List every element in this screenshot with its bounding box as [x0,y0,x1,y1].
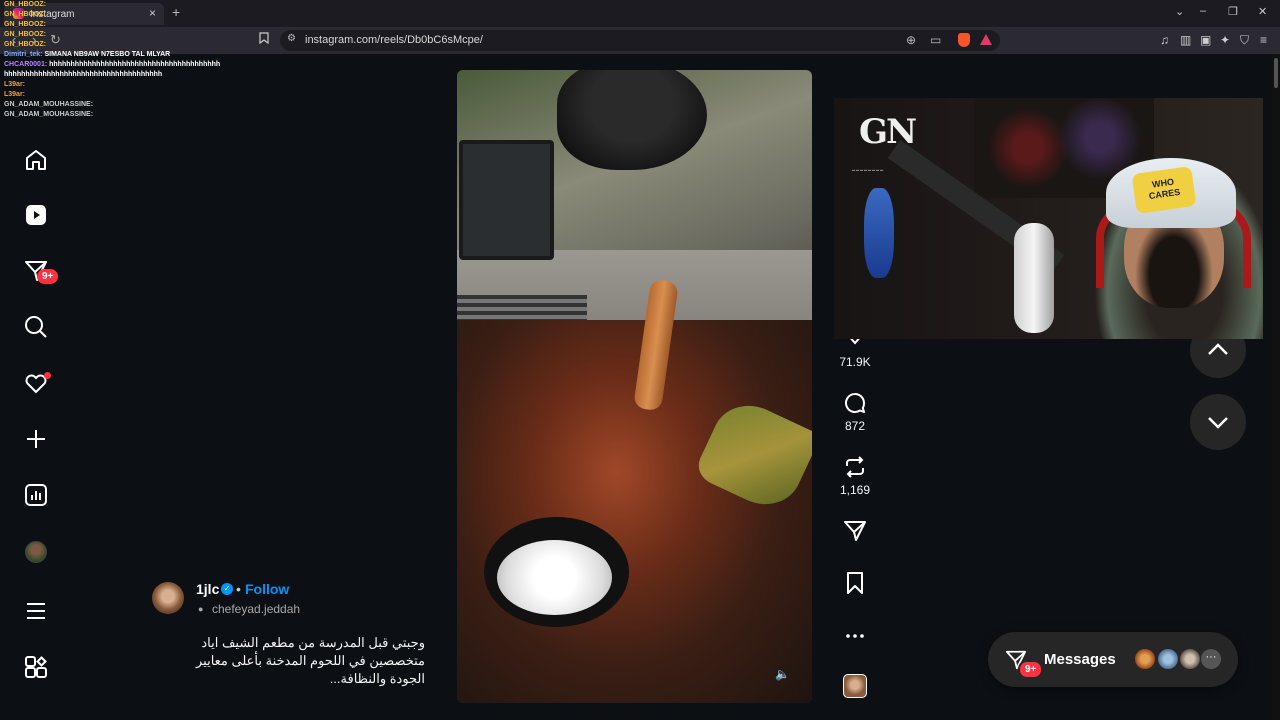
chat-text: SIMANA NB9AW N7ESBO TAL MLYAR [44,51,171,58]
leo-ai-icon[interactable]: ✦ [1220,33,1230,47]
chat-message: Dimitri_tek: SIMANA NB9AW N7ESBO TAL MLY… [4,50,254,60]
chat-username: GN_ADAM_MOUHASSINE: [4,111,94,118]
chat-message: GN_HBOOZ: [4,0,254,10]
comment-icon[interactable] [843,391,867,415]
chat-username: L39ar: [4,91,26,98]
separator-dot: • [236,581,241,597]
profile-avatar[interactable] [25,541,47,563]
create-icon[interactable] [24,427,48,451]
chat-username: GN_HBOOZ: [4,21,46,28]
chevron-down-icon [1208,417,1228,429]
caption-line: متخصصين في اللحوم المدخنة بأعلى معايير [195,653,425,668]
messages-button[interactable]: 9+ Messages ··· [988,632,1238,687]
webcam-microphone [1014,223,1054,333]
video-scene-salt [497,540,612,615]
save-icon[interactable] [843,571,867,595]
video-scene-meat [457,320,812,703]
message-avatar[interactable] [1156,647,1180,671]
follow-button[interactable]: Follow [245,581,289,597]
media-icon[interactable]: ♫ [1160,33,1169,47]
chat-username: GN_HBOOZ: [4,11,46,18]
chat-message: GN_HBOOZ: [4,40,254,50]
url-text: instagram.com/reels/Db0bC6sMcpe/ [305,34,483,46]
sidebar-toggle-icon[interactable]: ▥ [1180,33,1191,47]
comments-count[interactable]: 872 [825,419,885,433]
webcam-figurine [864,188,894,278]
minimize-button[interactable]: – [1200,5,1206,17]
chat-text: hhhhhhhhhhhhhhhhhhhhhhhhhhhhhhhhhhhhhhhh [49,61,221,68]
close-window-button[interactable]: ✕ [1258,5,1267,18]
next-reel-button[interactable] [1190,394,1246,450]
chat-message: GN_ADAM_MOUHASSINE: [4,100,254,110]
verified-icon: ✓ [221,583,233,595]
cap-logo: WHO CARES [1131,166,1197,214]
likes-count[interactable]: 71.9K [825,355,885,369]
search-icon[interactable] [24,315,48,339]
chat-message: GN_HBOOZ: [4,20,254,30]
chat-username: Dimitri_tek: [4,51,43,58]
scrollbar-thumb[interactable] [1274,58,1278,88]
message-avatar[interactable] [1133,647,1157,671]
also-from-meta-icon[interactable] [24,655,48,679]
caption-line: وجبتي قبل المدرسة من مطعم الشيف اياد [201,635,425,650]
chat-username: GN_HBOOZ: [4,41,46,48]
messages-label: Messages [1044,651,1116,668]
chat-message: L39ar: [4,80,254,90]
channel-logo: GN [859,112,917,152]
chat-username: GN_HBOOZ: [4,1,46,8]
direct-badge: 9+ [37,269,59,284]
chat-username: GN_ADAM_MOUHASSINE: [4,101,94,108]
more-messages-icon[interactable]: ··· [1201,649,1221,669]
reel-video[interactable]: 🔈 [457,70,812,703]
original-audio-thumbnail[interactable] [843,674,867,698]
stream-chat-overlay: GN_HBOOZ: GN_HBOOZ: GN_HBOOZ: GN_HBOOZ: … [4,0,254,120]
streamer-webcam: GN ━━━━━━━━ WHO CARES [834,98,1263,339]
chat-message: hhhhhhhhhhhhhhhhhhhhhhhhhhhhhhhhhhhhh [4,70,254,80]
caption-line: الجودة والنظافة... [329,671,425,686]
channel-logo-underline: ━━━━━━━━ [852,168,885,174]
wallet-icon[interactable]: ▣ [1200,33,1211,47]
notification-dot [44,372,51,379]
message-avatar[interactable] [1178,647,1202,671]
collaborator-name[interactable]: chefeyad.jeddah [212,602,300,616]
chat-message: GN_ADAM_MOUHASSINE: [4,110,254,120]
cast-icon[interactable]: ▭ [930,33,941,47]
reels-icon[interactable] [24,203,48,227]
reposts-count[interactable]: 1,169 [825,483,885,497]
maximize-button[interactable]: ❐ [1228,5,1238,18]
dashboard-icon[interactable] [24,483,48,507]
tab-search-icon[interactable]: ⌄ [1175,5,1184,18]
zoom-icon[interactable]: ⊕ [906,33,916,47]
menu-icon[interactable] [24,599,48,623]
chat-message: CHCAR0001: hhhhhhhhhhhhhhhhhhhhhhhhhhhhh… [4,60,254,70]
brave-shields-icon[interactable] [958,33,970,47]
url-field[interactable]: ⚙ instagram.com/reels/Db0bC6sMcpe/ ⊕ ▭ [280,30,1000,51]
vpn-icon[interactable]: ⛉ [1240,33,1249,48]
chat-message: GN_HBOOZ: [4,30,254,40]
browser-menu-icon[interactable]: ≡ [1260,33,1267,47]
collaborator-icon: ● [198,604,204,614]
chat-username: L39ar: [4,81,26,88]
bookmark-icon[interactable] [259,32,269,47]
reel-caption[interactable]: وجبتي قبل المدرسة من مطعم الشيف اياد متخ… [170,634,425,688]
site-info-icon[interactable]: ⚙ [287,33,296,44]
chat-text: hhhhhhhhhhhhhhhhhhhhhhhhhhhhhhhhhhhhh [4,71,163,78]
home-icon[interactable] [24,148,48,172]
page-scrollbar[interactable] [1272,54,1280,720]
author-avatar[interactable] [152,582,184,614]
chat-username: GN_HBOOZ: [4,31,46,38]
chat-message: L39ar: [4,90,254,100]
author-username[interactable]: 1jlc [196,581,219,597]
messages-badge: 9+ [1018,660,1044,679]
volume-icon[interactable]: 🔈 [775,667,790,681]
repost-icon[interactable] [843,455,867,479]
brave-rewards-icon[interactable] [980,34,992,45]
more-options-icon[interactable] [843,624,867,648]
chat-username: CHCAR0001: [4,61,48,68]
video-scene-car-screen [459,140,554,260]
share-icon[interactable] [843,519,867,543]
chat-message: GN_HBOOZ: [4,10,254,20]
